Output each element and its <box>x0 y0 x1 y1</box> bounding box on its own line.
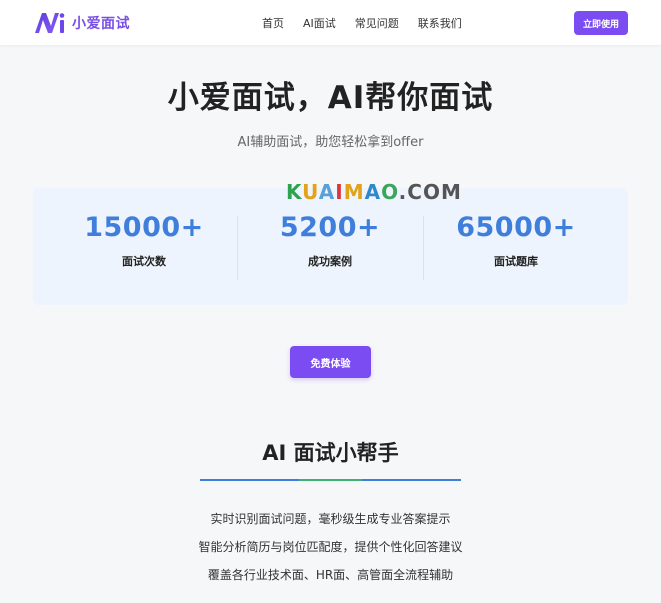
stat-label: 成功案例 <box>308 255 352 268</box>
section-title: AI 面试小帮手 <box>262 441 399 465</box>
stat-value: 15000+ <box>84 212 204 243</box>
top-header: 小爱面试 首页 AI面试 常见问题 联系我们 立即使用 <box>0 0 661 45</box>
free-trial-button[interactable]: 免费体验 <box>290 346 371 378</box>
nav-item-ai-interview[interactable]: AI面试 <box>303 15 336 31</box>
use-now-button[interactable]: 立即使用 <box>574 11 628 35</box>
logo-text: 小爱面试 <box>72 16 130 32</box>
feature-item: 覆盖各行业技术面、HR面、高管面全流程辅助 <box>207 568 454 582</box>
hero-subtitle: AI辅助面试，助您轻松拿到offer <box>237 135 424 150</box>
hero-title: 小爱面试，AI帮你面试 <box>167 80 494 116</box>
logo[interactable]: 小爱面试 <box>34 12 130 34</box>
stat-value: 65000+ <box>456 212 576 243</box>
nav-item-contact[interactable]: 联系我们 <box>418 15 462 31</box>
stat-question-bank: 65000+ 面试题库 <box>423 212 609 269</box>
stat-label: 面试次数 <box>122 255 166 268</box>
nav-item-home[interactable]: 首页 <box>262 15 284 31</box>
logo-icon <box>35 13 65 33</box>
stats-panel: 15000+ 面试次数 5200+ 成功案例 65000+ 面试题库 <box>33 188 628 305</box>
feature-item: 智能分析简历与岗位匹配度，提供个性化回答建议 <box>198 540 463 554</box>
main-nav: 首页 AI面试 常见问题 联系我们 <box>262 15 462 31</box>
stat-label: 面试题库 <box>494 255 538 268</box>
watermark: KUAIMAO.COM <box>286 180 462 204</box>
nav-item-faq[interactable]: 常见问题 <box>355 15 399 31</box>
stat-success-cases: 5200+ 成功案例 <box>237 212 423 269</box>
stat-interviews: 15000+ 面试次数 <box>51 212 237 269</box>
feature-item: 实时识别面试问题，毫秒级生成专业答案提示 <box>210 512 451 526</box>
section-underline <box>200 479 461 481</box>
stat-value: 5200+ <box>279 212 381 243</box>
